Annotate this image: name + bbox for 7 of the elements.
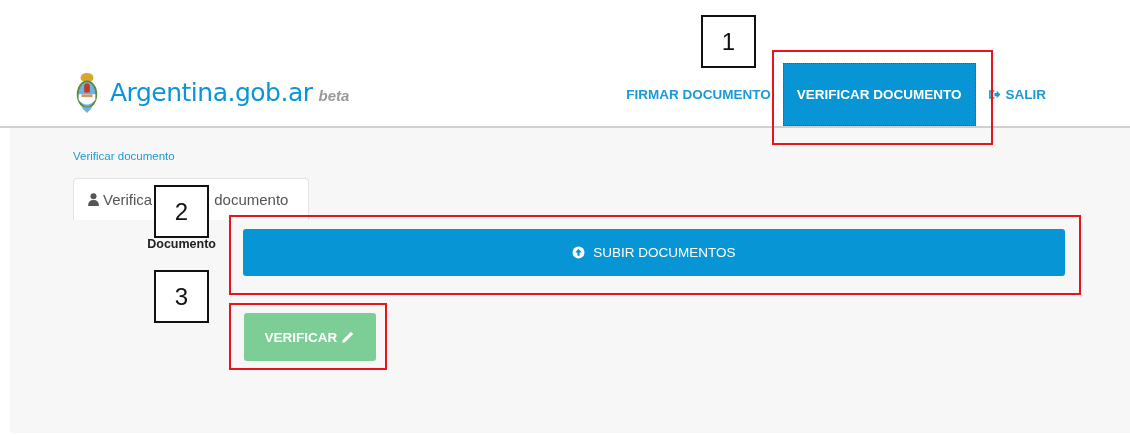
callout-tooltip: 2 [154,185,209,238]
callout-tooltip: 3 [154,270,209,323]
field-label: Documento [146,236,216,251]
beta-label: beta [318,87,350,104]
tab-label: Verifica [103,191,153,208]
callout-tooltip: 1 [701,15,756,68]
tab-label: documento [214,191,289,208]
